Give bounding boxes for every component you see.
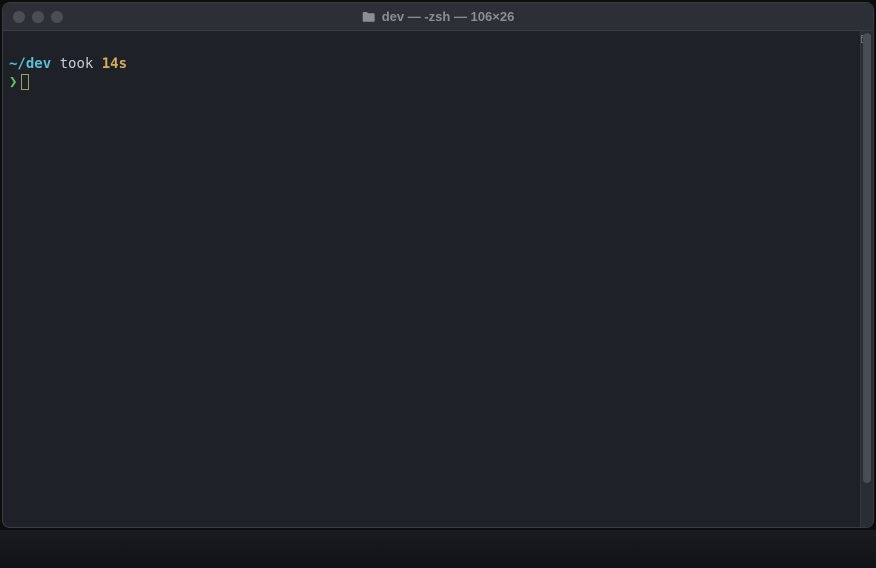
prompt-symbol: ❯ <box>9 74 17 90</box>
minimize-button[interactable] <box>32 11 44 23</box>
scrollbar-track[interactable] <box>860 31 873 527</box>
prompt-took-label: took <box>60 56 94 72</box>
close-button[interactable] <box>13 11 25 23</box>
prompt-duration: 14s <box>102 56 127 72</box>
prompt-directory: dev <box>26 56 51 72</box>
terminal-body[interactable]: ~/dev took 14s ❯ <box>3 31 873 527</box>
window-title-text: dev — -zsh — 106×26 <box>382 9 515 24</box>
window-title: dev — -zsh — 106×26 <box>362 9 515 24</box>
terminal-window: dev — -zsh — 106×26 ~/dev took 14s ❯ <box>2 2 874 528</box>
prompt-path-prefix: ~/ <box>9 56 26 72</box>
title-bar[interactable]: dev — -zsh — 106×26 <box>3 3 873 31</box>
cursor <box>21 74 29 90</box>
window-controls <box>3 11 63 23</box>
desktop-shelf <box>0 530 876 568</box>
scrollbar-thumb[interactable] <box>863 33 871 483</box>
zoom-button[interactable] <box>51 11 63 23</box>
folder-icon <box>362 11 376 23</box>
